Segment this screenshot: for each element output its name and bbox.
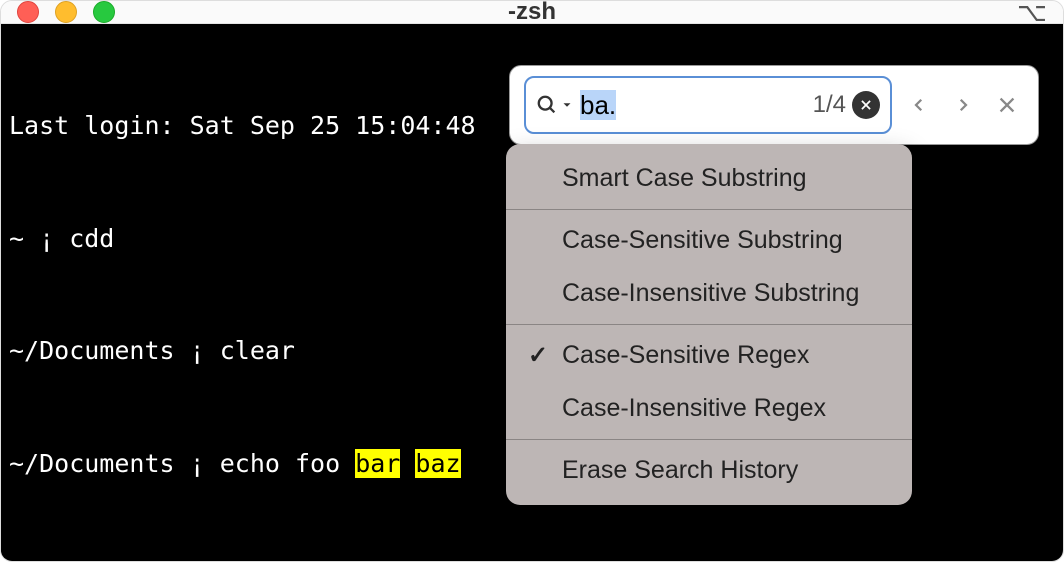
next-match-button[interactable] [946,88,980,122]
search-mode-dropdown-button[interactable] [536,94,574,116]
chevron-down-icon [560,98,574,112]
dropdown-item-smart-case[interactable]: Smart Case Substring [506,152,912,205]
close-icon [996,94,1018,116]
dropdown-separator [506,209,912,210]
search-match: baz [415,449,460,478]
terminal-text [400,449,415,478]
search-query-text: ba. [580,90,616,120]
search-input[interactable]: ba. [580,90,807,121]
terminal-line: foo bar baz [9,557,1059,562]
titlebar: -zsh ⌥ [1,1,1063,24]
close-search-button[interactable] [990,88,1024,122]
search-input-wrap: ba. 1/4 [524,76,892,134]
minimize-window-button[interactable] [55,1,77,23]
prev-match-button[interactable] [902,88,936,122]
maximize-window-button[interactable] [93,1,115,23]
dropdown-item-case-sensitive-substring[interactable]: Case-Sensitive Substring [506,214,912,267]
chevron-right-icon [954,92,972,118]
window-title: -zsh [508,0,556,26]
dropdown-item-case-insensitive-regex[interactable]: Case-Insensitive Regex [506,382,912,435]
dropdown-separator [506,439,912,440]
close-window-button[interactable] [17,1,39,23]
traffic-lights [17,1,115,23]
dropdown-separator [506,324,912,325]
dropdown-item-case-insensitive-substring[interactable]: Case-Insensitive Substring [506,267,912,320]
chevron-left-icon [910,92,928,118]
terminal-text: Last login: Sat Sep 25 15:04:48 [9,111,491,140]
search-match: bar [355,449,400,478]
search-bar: ba. 1/4 [509,65,1039,145]
match-count: 1/4 [813,91,846,119]
dropdown-item-case-sensitive-regex[interactable]: Case-Sensitive Regex [506,329,912,382]
clear-search-button[interactable] [852,91,880,119]
terminal-text: ~/Documents ¡ echo foo [9,449,355,478]
dropdown-item-erase-history[interactable]: Erase Search History [506,444,912,497]
close-icon [859,98,873,112]
search-options-dropdown: Smart Case Substring Case-Sensitive Subs… [506,144,912,505]
search-icon [536,94,558,116]
